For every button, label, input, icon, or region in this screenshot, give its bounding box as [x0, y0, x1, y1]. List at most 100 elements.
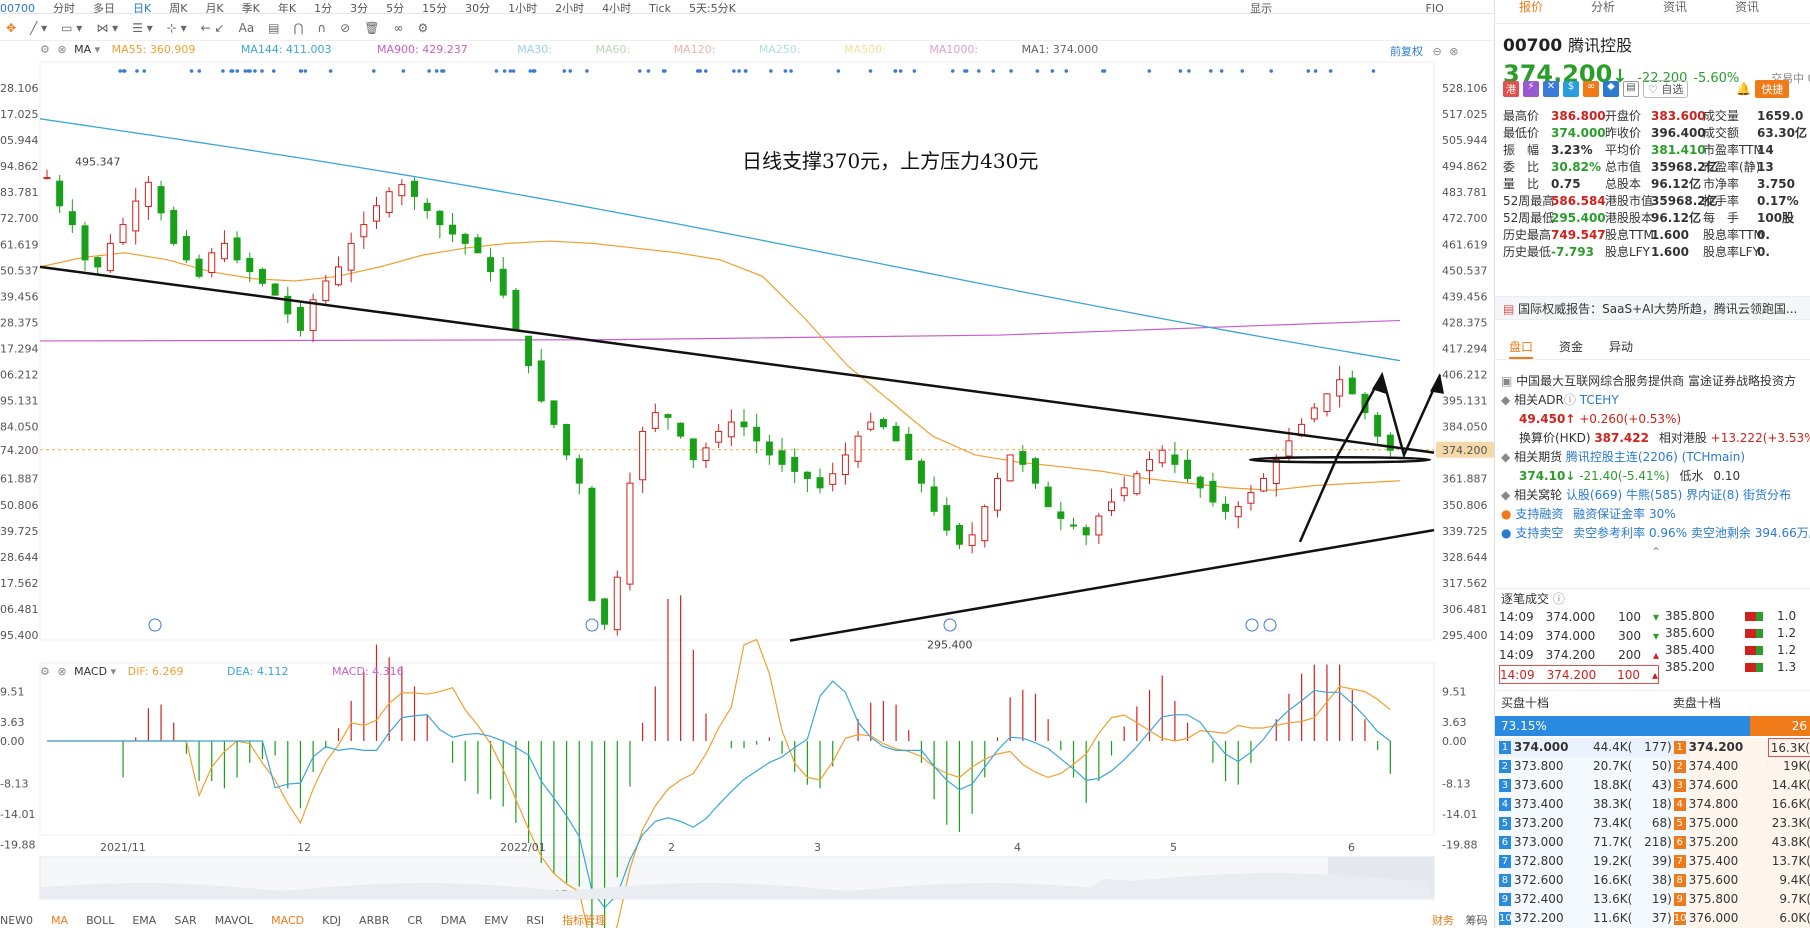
candle-body[interactable] — [1222, 503, 1230, 512]
candle-body[interactable] — [791, 456, 799, 472]
event-dot[interactable] — [1313, 69, 1318, 73]
candle-body[interactable] — [702, 447, 710, 461]
fib-tool-icon[interactable]: ☰ ▾ — [132, 21, 153, 35]
period-tab[interactable]: 日K — [133, 0, 151, 13]
kline-chart[interactable]: 28.106 528.106 17.025 517.025 05.944 505.944 9… — [0, 41, 1494, 928]
adjust-menu[interactable]: 前复权 ⊖ ⊗ — [1390, 43, 1458, 59]
legend-macd-name[interactable]: MACD — [74, 665, 107, 678]
candle-body[interactable] — [1146, 459, 1154, 472]
candle-body[interactable] — [1158, 449, 1166, 464]
indicator-tab[interactable]: RSI — [526, 914, 544, 927]
candle-body[interactable] — [385, 191, 393, 213]
candle-body[interactable] — [474, 237, 482, 254]
candle-body[interactable] — [981, 506, 989, 542]
event-dot[interactable] — [434, 69, 439, 73]
event-marker-icon[interactable] — [148, 618, 162, 632]
street-link[interactable]: 街货分布 — [1743, 488, 1791, 502]
indicator-tab[interactable]: DMA — [441, 914, 467, 927]
candle-body[interactable] — [322, 280, 330, 301]
event-dot[interactable] — [121, 69, 126, 73]
event-dot[interactable] — [118, 69, 122, 73]
line-tool-icon[interactable]: ╱ ▾ — [30, 21, 47, 35]
candle-body[interactable] — [258, 268, 266, 284]
tab-news-2[interactable]: 资讯 — [1711, 0, 1783, 23]
event-dot[interactable] — [562, 69, 567, 73]
event-dot[interactable] — [1101, 69, 1105, 73]
fio-button[interactable]: FIO — [1426, 2, 1444, 15]
event-dot[interactable] — [950, 69, 955, 73]
rect-tool-icon[interactable]: ▭ ▾ — [61, 21, 82, 35]
event-dot[interactable] — [789, 69, 793, 73]
event-dot[interactable] — [299, 69, 304, 73]
settings-icon[interactable]: ⚙ — [40, 43, 50, 56]
candle-body[interactable] — [334, 266, 342, 286]
event-dot[interactable] — [836, 69, 841, 73]
candle-body[interactable] — [1019, 451, 1027, 465]
candle-body[interactable] — [867, 421, 875, 430]
event-dot[interactable] — [1208, 69, 1213, 73]
lock-icon[interactable]: ∩ — [317, 21, 326, 35]
candle-body[interactable] — [917, 460, 925, 484]
event-marker-icon[interactable] — [585, 618, 599, 632]
period-tab[interactable]: 分时 — [53, 0, 75, 13]
period-tab[interactable]: 15分 — [422, 0, 447, 13]
candle-body[interactable] — [715, 430, 723, 443]
period-tab[interactable]: 30分 — [465, 0, 490, 13]
candle-body[interactable] — [740, 421, 748, 428]
margin-label[interactable]: 支持融资 — [1515, 507, 1563, 521]
indicator-tab[interactable]: SAR — [174, 914, 196, 927]
finance-tab[interactable]: 财务 — [1432, 914, 1454, 927]
close-icon[interactable]: ⊗ — [57, 665, 66, 678]
event-dot[interactable] — [638, 69, 642, 73]
event-dot[interactable] — [235, 69, 240, 73]
event-dot[interactable] — [646, 69, 651, 73]
candle-body[interactable] — [1285, 440, 1293, 457]
text-tool-icon[interactable]: Aa — [239, 21, 255, 35]
candle-body[interactable] — [68, 211, 76, 226]
display-menu[interactable]: 显示 — [1250, 2, 1272, 15]
candle-body[interactable] — [1031, 458, 1039, 484]
margin-rate[interactable]: 融资保证金率 30% — [1573, 507, 1676, 521]
link-icon[interactable]: ∞ — [393, 21, 403, 35]
candle-body[interactable] — [56, 180, 64, 207]
candle-body[interactable] — [1082, 527, 1090, 536]
candle-body[interactable] — [1196, 476, 1204, 489]
event-dot[interactable] — [1371, 69, 1376, 73]
event-dot[interactable] — [1240, 69, 1245, 73]
candle-body[interactable] — [1095, 515, 1103, 536]
indicator-tab[interactable]: CR — [407, 914, 422, 927]
candle-body[interactable] — [1374, 414, 1382, 437]
magnet-icon[interactable]: ⋂ — [294, 21, 304, 35]
candle-body[interactable] — [905, 433, 913, 461]
event-dot[interactable] — [230, 69, 235, 73]
candle-body[interactable] — [144, 181, 152, 207]
event-dot[interactable] — [135, 69, 139, 73]
candle-body[interactable] — [296, 306, 304, 331]
candle-body[interactable] — [43, 177, 51, 180]
candle-body[interactable] — [968, 534, 976, 546]
event-dot[interactable] — [303, 69, 308, 73]
resistance-trendline[interactable] — [39, 265, 1435, 454]
fast-trade-button[interactable]: 快捷 — [1755, 80, 1790, 98]
event-dot[interactable] — [427, 69, 431, 73]
help-icon[interactable]: ⓘ — [1564, 393, 1576, 407]
period-tab[interactable]: 00700 — [0, 2, 35, 13]
candle-body[interactable] — [1133, 473, 1141, 495]
candle-body[interactable] — [499, 268, 507, 296]
event-dot[interactable] — [769, 69, 773, 73]
news-text[interactable]: 国际权威报告：SaaS+AI大势所趋，腾讯云领跑国... — [1518, 302, 1797, 316]
event-dot[interactable] — [912, 69, 917, 73]
candle-body[interactable] — [563, 424, 571, 456]
minus-icon[interactable]: ⊖ — [1433, 45, 1442, 58]
candle-body[interactable] — [816, 477, 824, 489]
watch-button[interactable]: ♡ 自选 — [1643, 80, 1689, 98]
period-tab[interactable]: 年K — [278, 0, 296, 13]
event-dot[interactable] — [401, 69, 406, 73]
event-dot[interactable] — [991, 69, 996, 73]
settings-icon[interactable]: ⚙ — [40, 665, 50, 678]
event-dot[interactable] — [661, 69, 666, 73]
candle-body[interactable] — [588, 487, 596, 602]
chevron-down-icon[interactable]: ▾ — [95, 43, 101, 56]
candle-body[interactable] — [398, 184, 406, 197]
event-dot[interactable] — [977, 69, 981, 73]
